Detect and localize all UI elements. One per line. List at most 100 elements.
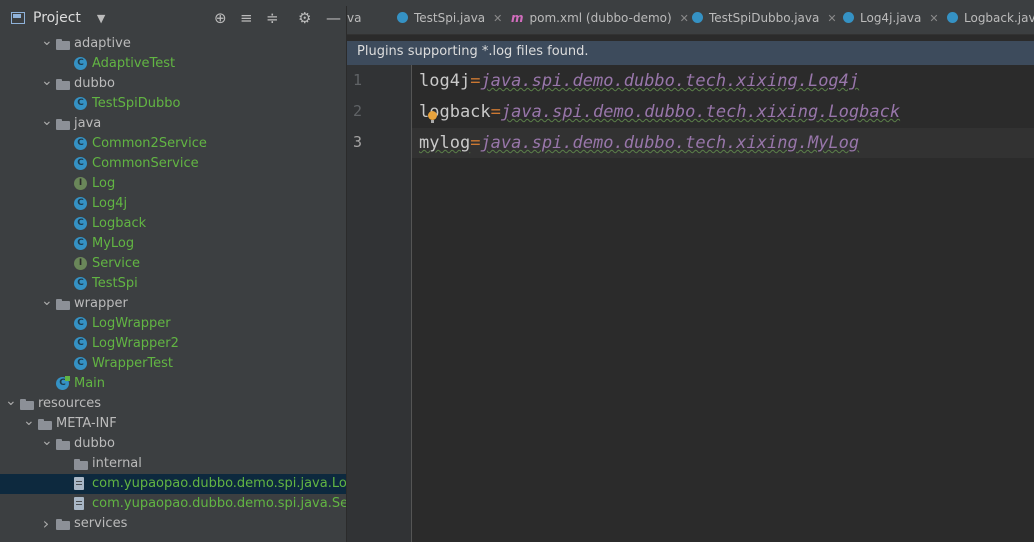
tab-label: TestSpiDubbo.java [709, 11, 820, 25]
class-icon: C [74, 357, 87, 370]
tree-item[interactable]: com.yupaopao.dubbo.demo.spi.java.Ser [0, 494, 346, 514]
close-icon[interactable]: ✕ [680, 12, 689, 25]
tree-item-label: dubbo [74, 76, 115, 91]
tree-item-label: dubbo [74, 436, 115, 451]
tree-folder[interactable]: ⌄ adaptive [0, 34, 346, 54]
tree-item[interactable]: I Service [0, 254, 346, 274]
property-value: java.spi.demo.dubbo.tech.xixing.Logback [500, 102, 901, 122]
tree-folder[interactable]: ⌄ java [0, 114, 346, 134]
tree-item[interactable]: C Main [0, 374, 346, 394]
project-panel: Project ▼ ⊕ ≡ ≑ ⚙ — ⌄ adaptive C AdaptiveTe… [0, 6, 347, 542]
tree-folder[interactable]: ⌄ wrapper [0, 294, 346, 314]
chevron-down-icon[interactable]: ⌄ [41, 74, 53, 94]
class-icon [843, 12, 854, 23]
tree-item-label: services [74, 516, 128, 531]
property-value: java.spi.demo.dubbo.tech.xixing.MyLog [480, 133, 860, 153]
class-icon: C [74, 217, 87, 230]
equals-sign: = [490, 102, 501, 122]
equals-sign: = [470, 133, 481, 153]
tab-log4j[interactable]: Log4j.java ✕ [843, 6, 939, 34]
class-icon: C [74, 317, 87, 330]
tree-item[interactable]: I Log [0, 174, 346, 194]
class-icon [947, 12, 958, 23]
file-icon [74, 497, 84, 510]
code-line[interactable]: logback=java.spi.demo.dubbo.tech.xixing.… [412, 97, 1034, 127]
tree-item[interactable]: C LogWrapper2 [0, 334, 346, 354]
lightbulb-icon[interactable] [428, 111, 437, 123]
class-icon: C [74, 337, 87, 350]
runnable-class-icon: C [56, 376, 70, 390]
folder-icon [56, 119, 70, 130]
tree-item[interactable]: C CommonService [0, 154, 346, 174]
tab-pom[interactable]: m pom.xml (dubbo-demo) ✕ [511, 6, 689, 34]
tab-label: Logback.java [964, 11, 1034, 25]
tree-folder[interactable]: ⌄ dubbo [0, 74, 346, 94]
minimize-icon[interactable]: — [326, 6, 341, 30]
interface-icon: I [74, 177, 87, 190]
tree-item-label: java [74, 116, 102, 131]
tree-item-label: com.yupaopao.dubbo.demo.spi.java.Log [92, 476, 347, 491]
plugin-notification-banner[interactable]: Plugins supporting *.log files found. [347, 41, 1034, 65]
tree-item[interactable]: C Common2Service [0, 134, 346, 154]
tree-item-label: TestSpi [92, 276, 138, 291]
close-icon[interactable]: ✕ [493, 12, 502, 25]
class-icon: C [74, 137, 87, 150]
close-icon[interactable]: ✕ [827, 12, 836, 25]
folder-icon [56, 79, 70, 90]
folder-icon [56, 299, 70, 310]
line-number-gutter: 1 2 3 [347, 65, 412, 542]
tab-testspidubbo[interactable]: TestSpiDubbo.java ✕ [692, 6, 837, 34]
close-icon[interactable]: ✕ [929, 12, 938, 25]
class-icon: C [74, 97, 87, 110]
chevron-down-icon[interactable]: ⌄ [41, 294, 53, 314]
project-panel-header: Project ▼ [0, 6, 346, 30]
tree-item-label: AdaptiveTest [92, 56, 176, 71]
tree-item[interactable]: C AdaptiveTest [0, 54, 346, 74]
tree-item-label: Logback [92, 216, 147, 231]
tree-folder[interactable]: ⌄ META-INF [0, 414, 346, 434]
tree-item[interactable]: com.yupaopao.dubbo.demo.spi.java.Log [0, 474, 346, 494]
expand-all-icon[interactable]: ≡ [240, 6, 253, 30]
project-title[interactable]: Project [33, 10, 81, 26]
tree-item-label: LogWrapper [92, 316, 171, 331]
chevron-down-icon[interactable]: ⌄ [23, 414, 35, 434]
chevron-right-icon[interactable]: › [41, 514, 51, 534]
class-icon [692, 12, 703, 23]
tree-item-label: MyLog [92, 236, 135, 251]
code-line-current[interactable]: mylog=java.spi.demo.dubbo.tech.xixing.My… [412, 128, 1034, 158]
tree-item[interactable]: C TestSpi [0, 274, 346, 294]
chevron-down-icon[interactable]: ▼ [97, 12, 105, 25]
class-icon: C [74, 197, 87, 210]
tree-folder[interactable]: › services [0, 514, 346, 534]
tab-partial[interactable]: va [347, 6, 361, 34]
tree-item[interactable]: C LogWrapper [0, 314, 346, 334]
tree-folder[interactable]: ⌄ resources [0, 394, 346, 414]
tab-label: TestSpi.java [414, 11, 486, 25]
class-icon [397, 12, 408, 23]
tree-item[interactable]: C MyLog [0, 234, 346, 254]
chevron-right-icon[interactable] [59, 454, 69, 474]
chevron-down-icon[interactable]: ⌄ [41, 434, 53, 454]
locate-icon[interactable]: ⊕ [214, 6, 227, 30]
tab-logback[interactable]: Logback.java [947, 6, 1034, 34]
tree-item[interactable]: C Logback [0, 214, 346, 234]
chevron-down-icon[interactable]: ⌄ [5, 394, 17, 414]
folder-icon [56, 439, 70, 450]
collapse-all-icon[interactable]: ≑ [266, 6, 279, 30]
class-icon: C [74, 237, 87, 250]
tree-folder[interactable]: internal [0, 454, 346, 474]
chevron-down-icon[interactable]: ⌄ [41, 34, 53, 54]
tree-item-label: TestSpiDubbo [92, 96, 181, 111]
folder-icon [74, 459, 88, 470]
tree-folder[interactable]: ⌄ dubbo [0, 434, 346, 454]
code-line[interactable]: log4j=java.spi.demo.dubbo.tech.xixing.Lo… [412, 66, 1034, 96]
tab-testspi[interactable]: TestSpi.java ✕ [397, 6, 502, 34]
tree-item-label: Main [74, 376, 106, 391]
tree-item[interactable]: C TestSpiDubbo [0, 94, 346, 114]
tree-item[interactable]: C Log4j [0, 194, 346, 214]
gear-icon[interactable]: ⚙ [298, 6, 311, 30]
tree-item[interactable]: C WrapperTest [0, 354, 346, 374]
project-icon [11, 12, 25, 24]
chevron-down-icon[interactable]: ⌄ [41, 114, 53, 134]
code-editor[interactable]: log4j=java.spi.demo.dubbo.tech.xixing.Lo… [412, 65, 1034, 542]
